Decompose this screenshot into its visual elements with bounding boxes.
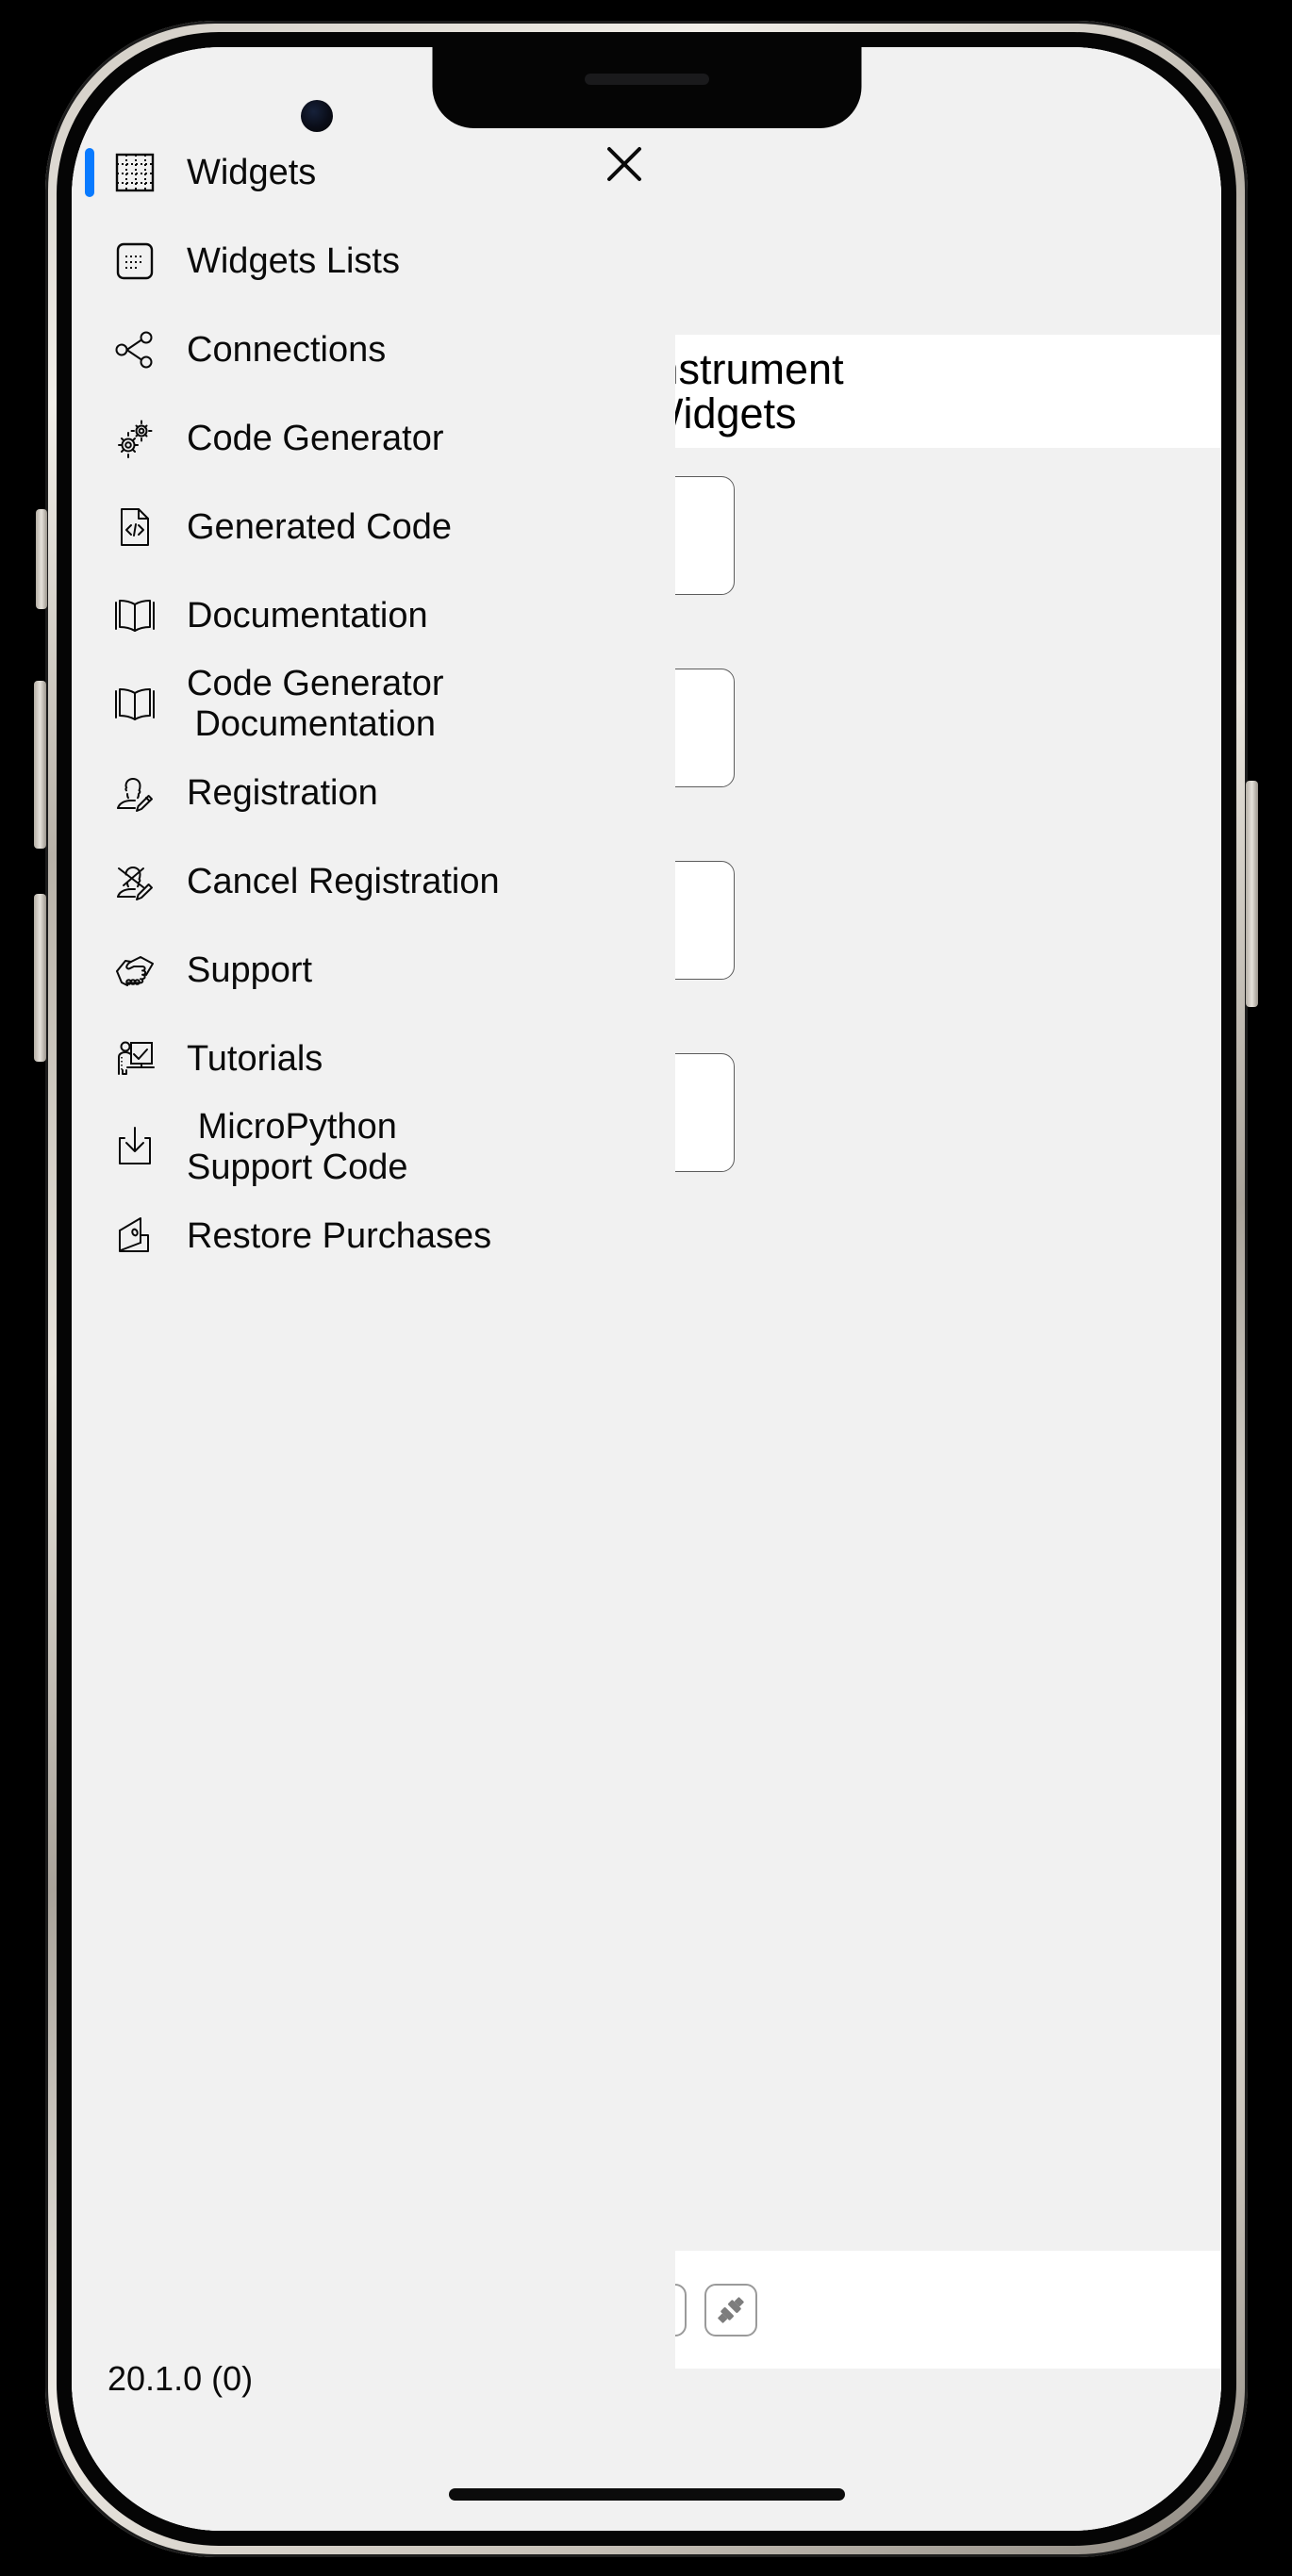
menu-list: Widgets Widgets Lists Connections Code G… xyxy=(72,128,675,1280)
user-edit-cancel-icon xyxy=(109,856,160,907)
gears-icon xyxy=(109,413,160,464)
power-button[interactable] xyxy=(1246,781,1258,1007)
sidebar-item-connections[interactable]: Connections xyxy=(72,305,675,394)
grid-icon xyxy=(109,147,160,198)
sidebar-item-registration[interactable]: Registration xyxy=(72,749,675,837)
sidebar-item-label: Restore Purchases xyxy=(187,1215,492,1256)
sidebar-item-cancel-registration[interactable]: Cancel Registration xyxy=(72,837,675,926)
user-edit-icon xyxy=(109,768,160,818)
network-icon xyxy=(109,324,160,375)
version-label: 20.1.0 (0) xyxy=(108,2359,254,2398)
device-notch xyxy=(432,47,861,128)
sidebar-item-tutorials[interactable]: Tutorials xyxy=(72,1015,675,1103)
sidebar-item-code-generator[interactable]: Code Generator xyxy=(72,394,675,483)
download-icon xyxy=(109,1122,160,1173)
sidebar-item-support[interactable]: Support xyxy=(72,926,675,1015)
navigation-drawer: Widgets Widgets Lists Connections Code G… xyxy=(72,47,675,2531)
list-icon xyxy=(109,236,160,287)
sidebar-item-label: Connections xyxy=(187,329,387,370)
sidebar-item-micropython-support-code[interactable]: MicroPython Support Code xyxy=(72,1103,675,1192)
selection-indicator xyxy=(85,148,94,197)
sidebar-item-label: Widgets xyxy=(187,152,317,192)
sidebar-item-widgets[interactable]: Widgets xyxy=(72,128,675,217)
sidebar-item-widgets-lists[interactable]: Widgets Lists xyxy=(72,217,675,305)
phone-screen: Instrument Widgets Widgets Widgets Lists… xyxy=(72,47,1221,2531)
silent-switch[interactable] xyxy=(36,509,47,609)
front-camera xyxy=(301,100,333,132)
open-book-icon xyxy=(109,679,160,730)
sidebar-item-generated-code[interactable]: Generated Code xyxy=(72,483,675,571)
sidebar-item-label: Code Generator Documentation xyxy=(187,664,444,744)
sidebar-item-label: Code Generator xyxy=(187,418,444,458)
sidebar-item-label: Tutorials xyxy=(187,1038,323,1079)
code-file-icon xyxy=(109,502,160,553)
plug-disconnected-icon xyxy=(714,2293,748,2327)
sidebar-item-label: Documentation xyxy=(187,595,428,636)
sidebar-item-restore-purchases[interactable]: Restore Purchases xyxy=(72,1192,675,1280)
sidebar-item-label: Generated Code xyxy=(187,506,452,547)
open-book-icon xyxy=(109,590,160,641)
volume-down-button[interactable] xyxy=(34,894,46,1062)
sidebar-item-label: Widgets Lists xyxy=(187,240,400,281)
sidebar-item-label: MicroPython Support Code xyxy=(187,1107,408,1187)
app-root: Instrument Widgets Widgets Widgets Lists… xyxy=(72,47,1221,2531)
sidebar-item-label: Support xyxy=(187,949,313,990)
wallet-icon xyxy=(109,1211,160,1262)
speaker-grille xyxy=(584,74,709,85)
presenter-icon xyxy=(109,1033,160,1084)
home-indicator[interactable] xyxy=(448,2488,845,2501)
volume-up-button[interactable] xyxy=(34,681,46,849)
sidebar-item-code-generator-documentation[interactable]: Code Generator Documentation xyxy=(72,660,675,749)
sidebar-item-label: Registration xyxy=(187,772,378,813)
sidebar-item-documentation[interactable]: Documentation xyxy=(72,571,675,660)
sidebar-item-label: Cancel Registration xyxy=(187,861,500,901)
handshake-icon xyxy=(109,945,160,996)
disconnect-button[interactable] xyxy=(704,2283,757,2337)
